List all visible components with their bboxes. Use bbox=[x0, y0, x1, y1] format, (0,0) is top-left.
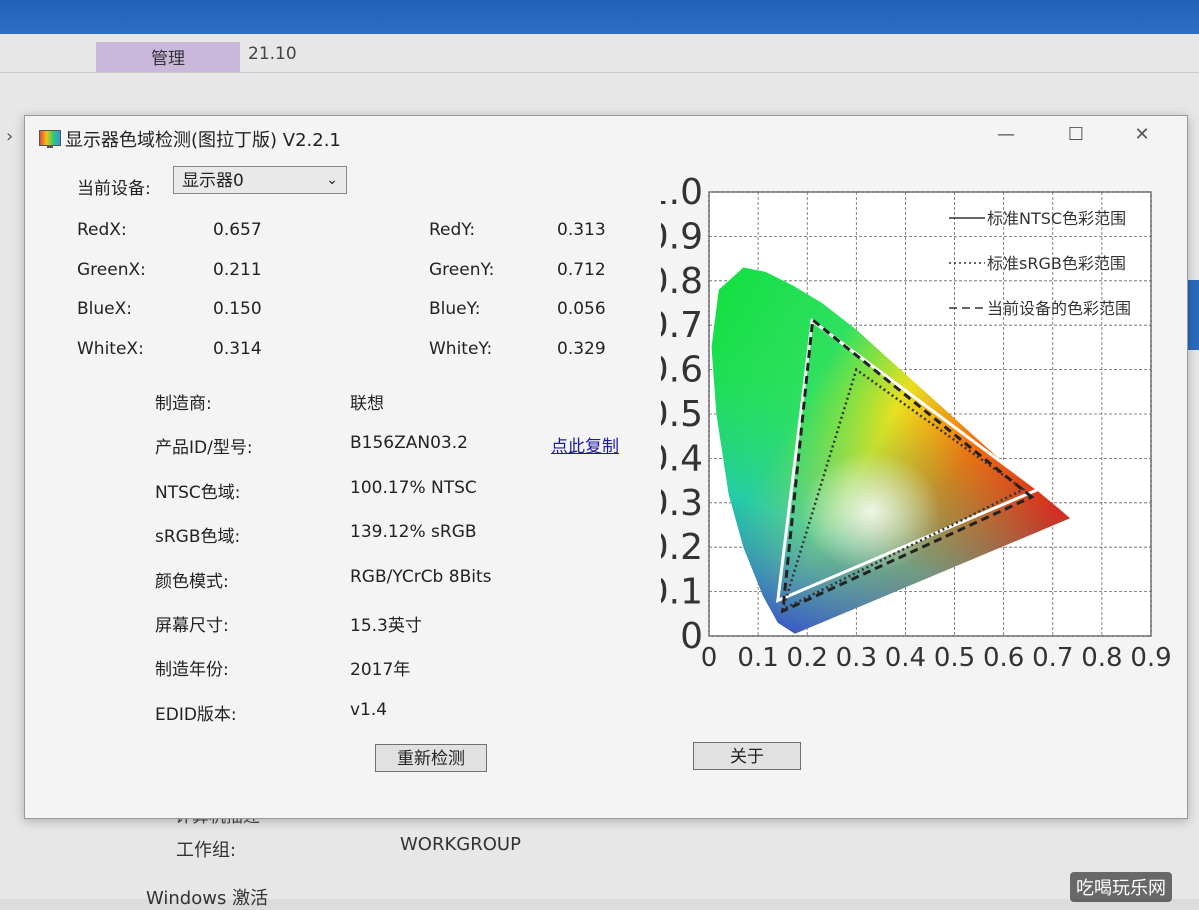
redy-label: RedY: bbox=[429, 220, 476, 240]
x-tick-label: 0.2 bbox=[787, 643, 828, 673]
recheck-button[interactable]: 重新检测 bbox=[375, 744, 487, 772]
device-select[interactable]: 显示器0 ⌄ bbox=[173, 166, 347, 194]
y-tick-label: 0.7 bbox=[661, 305, 703, 346]
edid-value: v1.4 bbox=[350, 700, 388, 720]
greenx-value: 0.211 bbox=[213, 260, 262, 280]
year-value: 2017年 bbox=[350, 660, 411, 680]
product-id-label: 产品ID/型号: bbox=[155, 438, 253, 458]
x-tick-label: 0.7 bbox=[1032, 643, 1073, 673]
divider bbox=[0, 72, 1199, 73]
greenx-label: GreenX: bbox=[77, 260, 146, 280]
manufacturer-label: 制造商: bbox=[155, 394, 212, 414]
bluex-value: 0.150 bbox=[213, 299, 262, 319]
whitex-value: 0.314 bbox=[213, 339, 262, 359]
minimize-icon[interactable]: — bbox=[991, 124, 1021, 145]
window-title: 显示器色域检测(图拉丁版) V2.2.1 bbox=[65, 130, 341, 151]
y-tick-label: 0.9 bbox=[661, 216, 703, 257]
version-text: 21.10 bbox=[248, 44, 297, 64]
bluex-label: BlueX: bbox=[77, 299, 132, 319]
ntsc-label: NTSC色域: bbox=[155, 483, 241, 503]
legend-label: 标准NTSC色彩范围 bbox=[987, 209, 1126, 228]
device-select-value: 显示器0 bbox=[182, 171, 244, 191]
close-icon[interactable]: ✕ bbox=[1127, 124, 1157, 145]
y-tick-label: 0.1 bbox=[661, 572, 703, 613]
color-mode-value: RGB/YCrCb 8Bits bbox=[350, 567, 492, 587]
manufacturer-value: 联想 bbox=[350, 394, 384, 414]
manage-tab[interactable]: 管理 bbox=[96, 42, 240, 72]
whitex-label: WhiteX: bbox=[77, 339, 144, 359]
year-label: 制造年份: bbox=[155, 660, 229, 680]
y-tick-label: 0.6 bbox=[661, 350, 703, 391]
greeny-value: 0.712 bbox=[557, 260, 606, 280]
x-tick-label: 0.9 bbox=[1130, 643, 1171, 673]
device-label: 当前设备: bbox=[77, 179, 151, 199]
x-tick-label: 0.1 bbox=[737, 643, 778, 673]
edid-label: EDID版本: bbox=[155, 705, 237, 725]
x-tick-label: 0 bbox=[701, 643, 718, 673]
y-tick-label: 0 bbox=[680, 616, 703, 657]
x-tick-labels: 0 0.1 0.2 0.3 0.4 0.5 0.6 0.7 0.8 0.9 bbox=[701, 643, 1172, 673]
y-tick-labels: 00.10.20.30.40.50.60.70.80.91.0 bbox=[661, 176, 703, 657]
y-tick-label: 1.0 bbox=[661, 176, 703, 213]
x-tick-label: 0.5 bbox=[934, 643, 975, 673]
chevron-down-icon: ⌄ bbox=[326, 172, 338, 188]
y-tick-label: 0.8 bbox=[661, 261, 703, 302]
legend-label: 当前设备的色彩范围 bbox=[987, 299, 1131, 318]
watermark: 吃喝玩乐网 bbox=[1070, 872, 1172, 902]
gamut-tester-window: 显示器色域检测(图拉丁版) V2.2.1 — ☐ ✕ 当前设备: 显示器0 ⌄ … bbox=[24, 115, 1188, 819]
legend-label: 标准sRGB色彩范围 bbox=[987, 254, 1126, 273]
y-tick-label: 0.2 bbox=[661, 527, 703, 568]
ntsc-value: 100.17% NTSC bbox=[350, 478, 477, 498]
x-tick-label: 0.3 bbox=[836, 643, 877, 673]
screen-size-value: 15.3英寸 bbox=[350, 616, 422, 636]
whitey-label: WhiteY: bbox=[429, 339, 493, 359]
screen-size-label: 屏幕尺寸: bbox=[155, 616, 229, 636]
redx-label: RedX: bbox=[77, 220, 127, 240]
monitor-icon bbox=[39, 130, 61, 148]
cie-gamut-chart: 00.10.20.30.40.50.60.70.80.91.0 00.10.20… bbox=[661, 176, 1172, 673]
whitey-value: 0.329 bbox=[557, 339, 606, 359]
y-tick-label: 0.5 bbox=[661, 394, 703, 435]
workgroup-label: 工作组: bbox=[176, 840, 237, 861]
about-button[interactable]: 关于 bbox=[693, 742, 801, 770]
y-tick-label: 0.3 bbox=[661, 483, 703, 524]
redx-value: 0.657 bbox=[213, 220, 262, 240]
redy-value: 0.313 bbox=[557, 220, 606, 240]
y-tick-label: 0.4 bbox=[661, 438, 703, 479]
x-tick-label: 0.8 bbox=[1081, 643, 1122, 673]
workgroup-value: WORKGROUP bbox=[400, 834, 521, 855]
copy-link[interactable]: 点此复制 bbox=[551, 432, 619, 457]
title-bar[interactable]: 显示器色域检测(图拉丁版) V2.2.1 — ☐ ✕ bbox=[25, 116, 1187, 160]
greeny-label: GreenY: bbox=[429, 260, 495, 280]
activation-label: Windows 激活 bbox=[146, 888, 269, 909]
maximize-icon[interactable]: ☐ bbox=[1061, 124, 1091, 145]
color-mode-label: 颜色模式: bbox=[155, 572, 229, 592]
product-id-value: B156ZAN03.2 bbox=[350, 433, 468, 453]
desktop-top-band bbox=[0, 0, 1199, 34]
x-tick-label: 0.4 bbox=[885, 643, 926, 673]
white-point-glow bbox=[801, 451, 942, 572]
srgb-label: sRGB色域: bbox=[155, 527, 241, 547]
x-tick-label: 0.6 bbox=[983, 643, 1024, 673]
srgb-value: 139.12% sRGB bbox=[350, 522, 477, 542]
chevron-right-icon[interactable]: › bbox=[6, 126, 13, 147]
bluey-label: BlueY: bbox=[429, 299, 481, 319]
bluey-value: 0.056 bbox=[557, 299, 606, 319]
